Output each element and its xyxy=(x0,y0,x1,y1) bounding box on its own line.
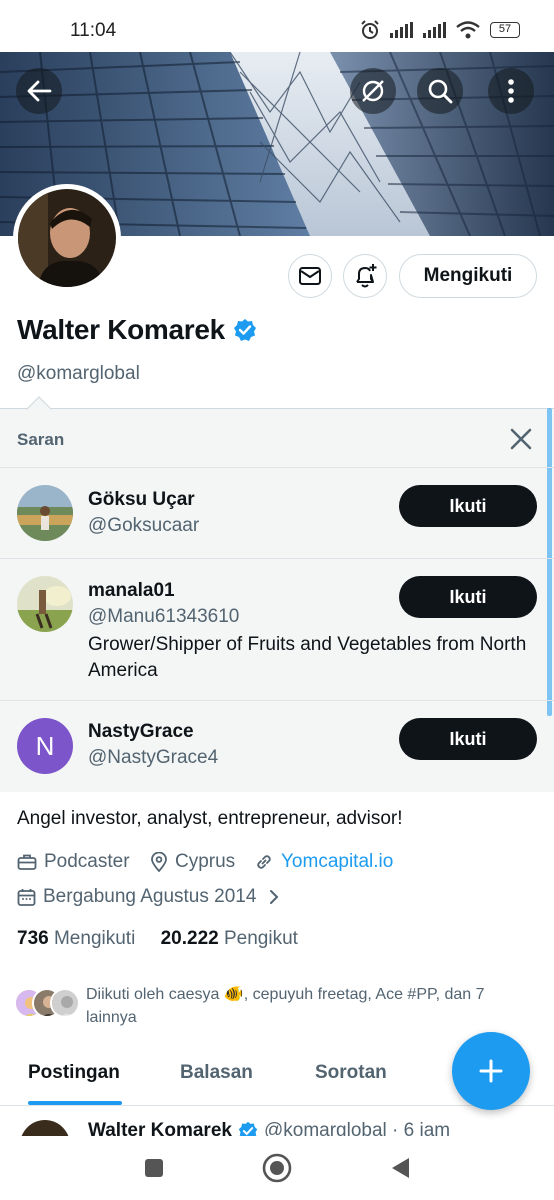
back-button[interactable] xyxy=(16,68,62,114)
joined-text: Bergabung Agustus 2014 xyxy=(43,886,257,907)
more-button[interactable] xyxy=(488,68,534,114)
notification-button[interactable] xyxy=(343,254,387,298)
home-button[interactable] xyxy=(259,1150,295,1186)
briefcase-icon xyxy=(17,854,37,870)
compose-button[interactable] xyxy=(452,1032,530,1110)
suggestions-title: Saran xyxy=(17,430,65,449)
follower-avatar xyxy=(50,988,80,1018)
profile-handle: @komarglobal xyxy=(17,363,140,384)
suggestion-handle: @Goksucaar xyxy=(88,515,200,536)
followed-by-text[interactable]: Diikuti oleh caesya 🐠, cepuyuh freetag, … xyxy=(86,983,526,1029)
profile-location: Cyprus xyxy=(150,851,235,873)
back-arrow-icon xyxy=(27,80,52,102)
system-nav-bar xyxy=(0,1136,554,1200)
suggestion-avatar-image xyxy=(17,576,73,632)
profile-joined[interactable]: Bergabung Agustus 2014 xyxy=(17,886,281,908)
profile-avatar[interactable] xyxy=(13,184,121,292)
verified-icon xyxy=(238,1121,258,1136)
suggestion-avatar[interactable]: N xyxy=(17,718,73,774)
post-item[interactable]: Walter Komarek @komarglobal · 6 jam xyxy=(0,1106,554,1136)
recents-icon xyxy=(145,1159,163,1177)
back-triangle-icon xyxy=(392,1158,409,1178)
followers-stat[interactable]: 20.222 Pengikut xyxy=(161,928,298,949)
follow-button[interactable]: Ikuti xyxy=(399,576,537,618)
status-bar: 11:04 57 xyxy=(0,0,554,52)
location-icon xyxy=(151,852,167,872)
close-icon xyxy=(510,428,532,450)
tab-replies[interactable]: Balasan xyxy=(180,1062,253,1084)
back-nav-button[interactable] xyxy=(382,1150,418,1186)
follow-button[interactable]: Ikuti xyxy=(399,718,537,760)
following-button[interactable]: Mengikuti xyxy=(399,254,537,298)
suggestion-avatar[interactable] xyxy=(17,485,73,541)
plus-icon xyxy=(479,1059,503,1083)
wifi-icon xyxy=(456,21,480,39)
follow-button[interactable]: Ikuti xyxy=(399,485,537,527)
calendar-icon xyxy=(17,888,36,906)
verified-icon xyxy=(233,319,256,341)
website-link[interactable]: Yomcapital.io xyxy=(281,851,393,873)
battery-icon: 57 xyxy=(490,22,520,38)
profile-stats: 736 Mengikuti 20.222 Pengikut xyxy=(17,928,298,950)
link-icon xyxy=(257,855,271,869)
status-icons: 57 xyxy=(360,20,520,40)
suggestions-divider xyxy=(0,467,554,468)
suggestion-handle: @Manu61343610 xyxy=(88,606,240,627)
grok-icon xyxy=(362,80,384,102)
suggestion-name[interactable]: Göksu Uçar xyxy=(88,489,195,511)
suggestion-bio: Grower/Shipper of Fruits and Vegetables … xyxy=(88,634,527,681)
suggestion-avatar-image xyxy=(17,485,73,541)
mail-icon xyxy=(299,267,321,285)
profile-category: Podcaster xyxy=(17,851,130,873)
followers-count: 20.222 xyxy=(160,928,219,949)
post-handle: @komarglobal · 6 jam xyxy=(263,1120,451,1136)
avatar-image xyxy=(18,189,116,287)
following-label: Mengikuti xyxy=(53,928,136,949)
status-time: 11:04 xyxy=(70,20,117,41)
bell-plus-icon xyxy=(356,264,377,288)
signal-icon-2 xyxy=(423,22,446,38)
post-header: Walter Komarek @komarglobal · 6 jam xyxy=(88,1120,450,1136)
alarm-icon xyxy=(361,20,379,39)
followers-label: Pengikut xyxy=(224,928,298,949)
recents-button[interactable] xyxy=(136,1150,172,1186)
profile-website[interactable]: Yomcapital.io xyxy=(254,851,393,873)
follower-avatar-image xyxy=(52,990,78,1016)
suggestion-handle: @NastyGrace4 xyxy=(88,747,219,768)
post-author: Walter Komarek xyxy=(88,1120,232,1136)
suggestion-name[interactable]: NastyGrace xyxy=(88,721,194,743)
suggestion-avatar-initial: N xyxy=(35,731,55,761)
home-icon xyxy=(262,1153,292,1183)
suggestions-close-button[interactable] xyxy=(506,424,536,454)
post-avatar[interactable] xyxy=(20,1120,70,1136)
search-icon xyxy=(428,79,453,104)
suggestion-name[interactable]: manala01 xyxy=(88,580,175,602)
location-text: Cyprus xyxy=(175,851,236,872)
profile-name-text: Walter Komarek xyxy=(17,314,225,345)
profile-bio: Angel investor, analyst, entrepreneur, a… xyxy=(17,808,403,829)
search-button[interactable] xyxy=(417,68,463,114)
suggestions-scrollbar[interactable] xyxy=(547,408,552,716)
more-icon xyxy=(508,79,514,103)
suggestion-avatar[interactable] xyxy=(17,576,73,632)
tab-highlights[interactable]: Sorotan xyxy=(315,1062,387,1084)
chevron-right-icon xyxy=(270,890,279,904)
signal-icon xyxy=(390,22,413,38)
following-stat[interactable]: 736 Mengikuti xyxy=(17,928,135,949)
tab-posts[interactable]: Postingan xyxy=(28,1062,120,1084)
suggestion-divider xyxy=(0,558,554,559)
profile-name: Walter Komarek xyxy=(17,314,257,346)
category-text: Podcaster xyxy=(44,851,130,872)
message-button[interactable] xyxy=(288,254,332,298)
suggestion-divider xyxy=(0,700,554,701)
following-count: 736 xyxy=(17,928,49,949)
grok-button[interactable] xyxy=(350,68,396,114)
